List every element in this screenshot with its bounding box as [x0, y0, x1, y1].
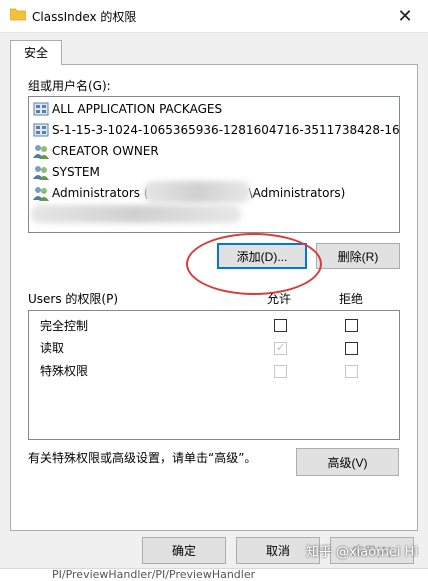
allow-special-checkbox[interactable] [274, 365, 287, 378]
title-bar: ClassIndex 的权限 ✕ [0, 0, 428, 33]
close-icon: ✕ [397, 5, 413, 27]
permission-row: 读取 [40, 337, 64, 359]
list-item-label: ALL APPLICATION PACKAGES [52, 102, 223, 116]
background-window-strip: PI/PreviewHandler/PI/PreviewHandler [0, 568, 428, 581]
users-icon [33, 166, 49, 180]
permission-row: 特殊权限 [40, 360, 88, 382]
tab-security[interactable]: 安全 [10, 40, 62, 65]
sid-icon [33, 123, 49, 137]
background-text: PI/PreviewHandler/PI/PreviewHandler [52, 568, 256, 581]
close-button[interactable]: ✕ [382, 0, 428, 32]
redaction-blur [144, 181, 250, 203]
advanced-note: 有关特殊权限或高级设置，请单击“高级”。 [28, 451, 257, 465]
list-item-label: SYSTEM [52, 165, 100, 179]
app-packages-icon [33, 102, 49, 116]
permissions-label: Users 的权限(P) [28, 292, 119, 306]
allow-header: 允许 [267, 292, 292, 306]
deny-full-control-checkbox[interactable] [345, 319, 358, 332]
deny-header: 拒绝 [339, 292, 364, 306]
watermark: 知乎 @xiaomei Hi [305, 545, 418, 560]
permissions-list: 完全控制 读取 ✓ 特殊权限 [28, 310, 400, 440]
groups-label: 组或用户名(G): [28, 79, 111, 93]
allow-read-checkbox[interactable]: ✓ [274, 341, 287, 355]
annotation-ellipse [186, 233, 322, 295]
list-item[interactable]: S-1-15-3-1024-1065365936-1281604716-3511… [33, 120, 400, 140]
users-icon [33, 145, 49, 159]
permission-row: 完全控制 [40, 315, 88, 337]
list-item-label-suffix: \Administrators) [248, 186, 346, 200]
folder-icon [10, 8, 26, 21]
allow-full-control-checkbox[interactable] [274, 319, 287, 332]
redaction-blur [31, 205, 241, 223]
list-item-label: S-1-15-3-1024-1065365936-1281604716-3511… [52, 123, 400, 137]
remove-button[interactable]: 删除(R) [316, 243, 400, 269]
deny-read-checkbox[interactable] [345, 342, 358, 355]
list-item[interactable]: SYSTEM [33, 162, 100, 182]
window-title: ClassIndex 的权限 [32, 10, 137, 24]
permission-name: 完全控制 [40, 319, 89, 333]
list-item[interactable]: ALL APPLICATION PACKAGES [33, 99, 222, 119]
list-item-label: CREATOR OWNER [52, 144, 159, 158]
advanced-button[interactable]: 高级(V) [296, 448, 399, 476]
list-item-label: Administrators ( [52, 186, 149, 200]
permission-name: 读取 [40, 341, 65, 355]
check-icon: ✓ [276, 341, 286, 354]
users-icon [33, 187, 49, 201]
groups-listbox[interactable]: ALL APPLICATION PACKAGES S-1-15-3-1024-1… [28, 96, 400, 233]
list-item[interactable]: CREATOR OWNER [33, 141, 159, 161]
deny-special-checkbox[interactable] [345, 365, 358, 378]
permission-name: 特殊权限 [40, 364, 89, 378]
ok-button[interactable]: 确定 [142, 537, 226, 564]
